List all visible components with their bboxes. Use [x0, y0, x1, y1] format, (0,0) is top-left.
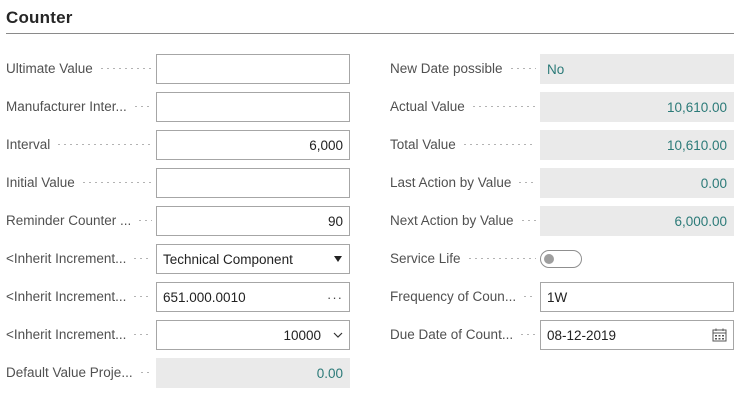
- leader-dots: [508, 67, 536, 69]
- field-label: <Inherit Increment...: [6, 250, 127, 266]
- field-manufacturer-interval: Manufacturer Inter...: [6, 88, 350, 126]
- frequency-of-counter-input[interactable]: 1W: [540, 282, 734, 312]
- field-label: New Date possible: [390, 60, 503, 76]
- total-value-value: 10,610.00: [540, 130, 734, 160]
- leader-dots: [461, 143, 536, 145]
- right-column: New Date possible No Actual Value 10,610…: [390, 50, 734, 354]
- leader-dots: [519, 333, 536, 335]
- field-actual-value: Actual Value 10,610.00: [390, 88, 734, 126]
- field-label: Frequency of Coun...: [390, 288, 517, 304]
- field-label: Total Value: [390, 136, 456, 152]
- leader-dots: [132, 105, 152, 107]
- leader-dots: [132, 257, 152, 259]
- field-label: Reminder Counter ...: [6, 212, 132, 228]
- ultimate-value-input[interactable]: [156, 54, 350, 84]
- field-due-date-of-counter: Due Date of Count... 08-12-2019: [390, 316, 734, 354]
- field-service-life: Service Life: [390, 240, 734, 278]
- leader-dots: [132, 333, 152, 335]
- new-date-possible-value: No: [540, 54, 734, 84]
- caret-down-icon[interactable]: [334, 256, 343, 262]
- inherit-increment-dropdown[interactable]: 10000: [156, 320, 350, 350]
- chevron-down-icon[interactable]: [333, 330, 343, 340]
- leader-dots: [519, 219, 536, 221]
- field-label: Service Life: [390, 250, 461, 266]
- field-inherit-increment-3: <Inherit Increment... 10000: [6, 316, 350, 354]
- field-label: <Inherit Increment...: [6, 288, 127, 304]
- initial-value-input[interactable]: [156, 168, 350, 198]
- leader-dots: [137, 219, 152, 221]
- field-label: Interval: [6, 136, 51, 152]
- field-new-date-possible: New Date possible No: [390, 50, 734, 88]
- default-value-project-value: 0.00: [156, 358, 350, 388]
- field-label: Last Action by Value: [390, 174, 512, 190]
- calendar-icon[interactable]: [712, 328, 727, 342]
- left-column: Ultimate Value Manufacturer Inter... Int…: [6, 50, 350, 392]
- leader-dots: [98, 67, 152, 69]
- field-initial-value: Initial Value: [6, 164, 350, 202]
- field-label: Manufacturer Inter...: [6, 98, 127, 114]
- field-label: Due Date of Count...: [390, 326, 514, 342]
- field-frequency-of-counter: Frequency of Coun... 1W: [390, 278, 734, 316]
- next-action-by-value-value: 6,000.00: [540, 206, 734, 236]
- field-inherit-increment-2: <Inherit Increment... 651.000.0010 ···: [6, 278, 350, 316]
- leader-dots: [466, 257, 536, 259]
- section-title[interactable]: Counter: [6, 8, 73, 28]
- field-total-value: Total Value 10,610.00: [390, 126, 734, 164]
- field-inherit-increment-1: <Inherit Increment... Technical Componen…: [6, 240, 350, 278]
- field-interval: Interval 6,000: [6, 126, 350, 164]
- inherit-increment-lookup[interactable]: 651.000.0010 ···: [156, 282, 350, 312]
- actual-value-value: 10,610.00: [540, 92, 734, 122]
- leader-dots: [517, 181, 536, 183]
- field-last-action-by-value: Last Action by Value 0.00: [390, 164, 734, 202]
- service-life-toggle[interactable]: [540, 250, 582, 268]
- due-date-of-counter-input[interactable]: 08-12-2019: [540, 320, 734, 350]
- leader-dots: [522, 295, 536, 297]
- field-label: Next Action by Value: [390, 212, 514, 228]
- section-divider: [6, 33, 734, 34]
- field-label: <Inherit Increment...: [6, 326, 127, 342]
- inherit-increment-select[interactable]: Technical Component: [156, 244, 350, 274]
- field-ultimate-value: Ultimate Value: [6, 50, 350, 88]
- field-reminder-counter: Reminder Counter ... 90: [6, 202, 350, 240]
- manufacturer-interval-input[interactable]: [156, 92, 350, 122]
- reminder-counter-input[interactable]: 90: [156, 206, 350, 236]
- leader-dots: [138, 371, 152, 373]
- field-next-action-by-value: Next Action by Value 6,000.00: [390, 202, 734, 240]
- leader-dots: [56, 143, 152, 145]
- field-label: Ultimate Value: [6, 60, 93, 76]
- leader-dots: [132, 295, 152, 297]
- toggle-knob: [544, 254, 554, 264]
- leader-dots: [80, 181, 152, 183]
- interval-input[interactable]: 6,000: [156, 130, 350, 160]
- field-label: Initial Value: [6, 174, 75, 190]
- field-default-value-project: Default Value Proje... 0.00: [6, 354, 350, 392]
- leader-dots: [470, 105, 536, 107]
- field-label: Actual Value: [390, 98, 465, 114]
- ellipsis-icon[interactable]: ···: [327, 290, 343, 305]
- field-label: Default Value Proje...: [6, 364, 133, 380]
- last-action-by-value-value: 0.00: [540, 168, 734, 198]
